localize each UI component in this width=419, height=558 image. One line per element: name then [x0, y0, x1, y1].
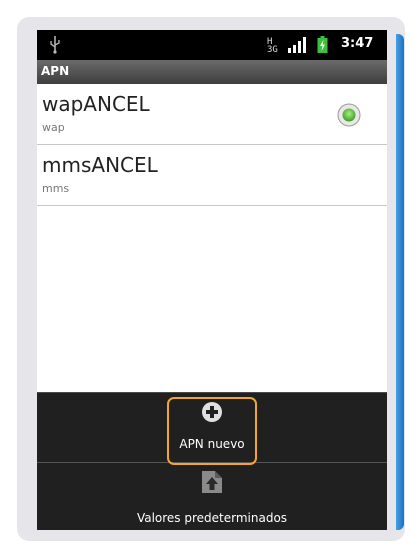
apn-list-item-mmsancel[interactable]: mmsANCEL mms [37, 145, 387, 206]
network-type-bottom: 3G [267, 45, 278, 55]
radio-selected-icon[interactable] [337, 103, 361, 127]
restore-defaults-menu-item[interactable]: Valores predeterminados [37, 463, 387, 530]
status-clock: 3:47 [341, 36, 374, 51]
battery-charging-icon [317, 36, 328, 53]
apn-name: wapANCEL [42, 92, 150, 116]
restore-defaults-label: Valores predeterminados [136, 511, 288, 525]
apn-type: mms [42, 182, 70, 195]
title-bar: APN [37, 60, 387, 84]
signal-icon [288, 37, 306, 53]
frame-accent-edge [396, 34, 404, 530]
menu-highlight-box [167, 397, 257, 465]
phone-screen: H 3G 3:47 APN wapANCEL wap mmsANCEL mms … [37, 30, 387, 530]
status-bar: H 3G 3:47 [37, 30, 387, 60]
apn-list: wapANCEL wap mmsANCEL mms [37, 84, 387, 206]
usb-icon [50, 36, 60, 54]
page-title: APN [41, 64, 70, 78]
network-type-icon: H 3G [267, 38, 278, 55]
restore-defaults-icon [202, 471, 222, 493]
apn-list-item-wapancel[interactable]: wapANCEL wap [37, 84, 387, 145]
options-menu: APN nuevo Valores predeterminados [37, 392, 387, 530]
apn-name: mmsANCEL [42, 153, 158, 177]
apn-type: wap [42, 121, 65, 134]
